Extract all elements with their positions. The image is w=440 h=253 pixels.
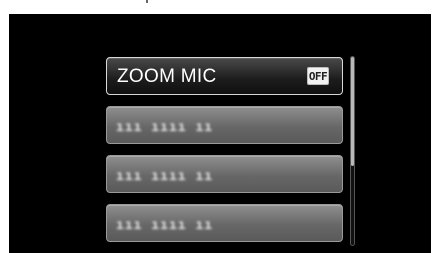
scrollbar-track[interactable] xyxy=(350,56,355,246)
menu-item-label: ZOOM MIC xyxy=(117,66,217,87)
scrollbar-thumb[interactable] xyxy=(351,57,354,166)
menu-item-placeholder-text: ııı ıııı ıı xyxy=(116,120,214,135)
menu-item-placeholder-text: ııı ıııı ıı xyxy=(116,169,214,184)
setting-value-badge: OFF xyxy=(307,67,329,85)
menu-item-blurred-3[interactable]: ııı ıııı ıı xyxy=(106,204,343,242)
menu-item-blurred-1[interactable]: ııı ıııı ıı xyxy=(106,106,343,144)
menu-item-blurred-2[interactable]: ııı ıııı ıı xyxy=(106,155,343,193)
camera-menu-screen: ZOOM MIC OFF ııı ıııı ıı ııı ıııı ıı ııı… xyxy=(9,14,431,253)
menu-item-placeholder-text: ııı ıııı ıı xyxy=(116,218,214,233)
menu-item-zoom-mic[interactable]: ZOOM MIC OFF xyxy=(106,57,343,95)
top-tick-mark xyxy=(146,0,148,3)
top-margin xyxy=(0,0,440,14)
